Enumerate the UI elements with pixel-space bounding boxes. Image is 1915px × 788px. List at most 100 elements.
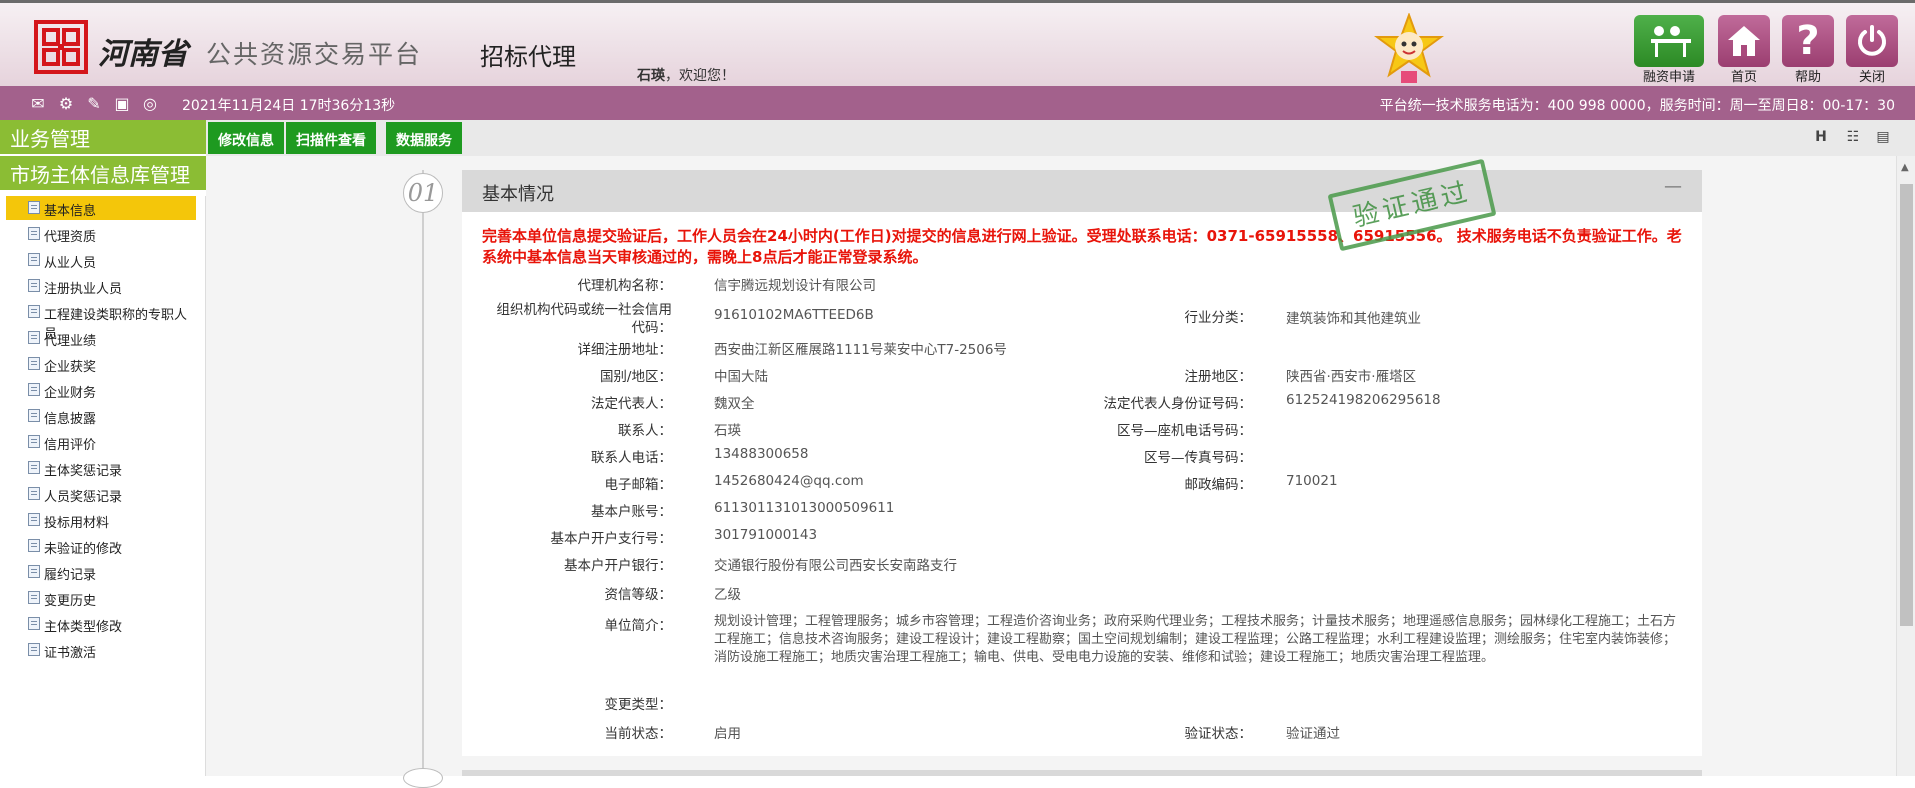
sidebar: 基本信息 代理资质 从业人员 注册执业人员 工程建设类职称的专职人员 代理业绩 … <box>0 196 206 776</box>
gift-icon[interactable]: ▣ <box>112 93 132 113</box>
action-tab-bar: 修改信息 扫描件查看 数据服务 H ☷ ▤ <box>206 120 1915 156</box>
sidebar-item-entity-rewards[interactable]: 主体奖惩记录 <box>6 456 196 480</box>
gear-icon[interactable]: ⚙ <box>56 93 76 113</box>
document-icon <box>28 643 40 656</box>
sidebar-item-label: 代理业绩 <box>44 334 97 349</box>
address-label: 详细注册地址： <box>577 342 673 358</box>
credit-value: 乙级 <box>714 587 741 603</box>
credit-label: 资信等级： <box>604 587 673 603</box>
document-icon <box>28 435 40 448</box>
org-code-value: 91610102MA6TTEED6B <box>714 307 874 323</box>
sidebar-item-unverified-changes[interactable]: 未验证的修改 <box>6 534 196 558</box>
help-button[interactable]: ? <box>1782 15 1834 67</box>
sidebar-item-label: 从业人员 <box>44 256 97 271</box>
basic-info-panel: 基本情况 — 完善本单位信息提交验证后，工作人员会在24小时内(工作日)对提交的… <box>462 158 1702 756</box>
sidebar-item-basic-info[interactable]: 基本信息 <box>6 196 196 220</box>
collapse-icon[interactable]: — <box>1664 176 1682 197</box>
sidebar-item-label: 信用评价 <box>44 438 97 453</box>
sidebar-item-label: 人员奖惩记录 <box>44 490 123 505</box>
sidebar-item-label: 证书激活 <box>44 646 97 661</box>
sidebar-item-label: 变更历史 <box>44 594 97 609</box>
sidebar-item-finance[interactable]: 企业财务 <box>6 378 196 402</box>
org-code-label-line1: 组织机构代码或统一社会信用 <box>496 302 673 318</box>
industry-value: 建筑装饰和其他建筑业 <box>1286 311 1421 327</box>
user-name: 石瑛 <box>637 68 665 84</box>
current-status-label: 当前状态： <box>604 726 673 742</box>
tab-edit-info[interactable]: 修改信息 <box>208 122 284 154</box>
sidebar-item-performance[interactable]: 代理业绩 <box>6 326 196 350</box>
contact-phone-label: 联系人电话： <box>591 450 672 466</box>
scroll-thumb[interactable] <box>1900 184 1913 626</box>
close-button[interactable] <box>1846 15 1898 67</box>
next-panel-header <box>462 770 1702 776</box>
sidebar-item-staff-rewards[interactable]: 人员奖惩记录 <box>6 482 196 506</box>
verification-notice: 完善本单位信息提交验证后，工作人员会在24小时内(工作日)对提交的信息进行网上验… <box>482 227 1682 266</box>
pdf-icon[interactable]: ▤ <box>1874 129 1892 147</box>
help-icon: ? <box>1796 18 1820 64</box>
region-label: 注册地区： <box>1184 369 1253 385</box>
support-icon[interactable]: ◎ <box>140 93 160 113</box>
document-icon <box>28 487 40 500</box>
document-icon <box>28 617 40 630</box>
service-info: 平台统一技术服务电话为：400 998 0000，服务时间：周一至周日8：00-… <box>1379 98 1895 114</box>
sidebar-item-label: 基本信息 <box>44 204 97 219</box>
module-title: 招标代理 <box>480 43 576 71</box>
welcome-suffix: ，欢迎您！ <box>665 68 735 84</box>
sidebar-section-business[interactable]: 业务管理 <box>0 120 206 154</box>
agency-name-value: 信宇腾远规划设计有限公司 <box>714 278 876 294</box>
branch-number-value: 301791000143 <box>714 527 818 543</box>
scroll-up-icon[interactable]: ▲ <box>1901 162 1909 173</box>
intro-value: 规划设计管理；工程管理服务；城乡市容管理；工程造价咨询业务；政府采购代理业务；工… <box>714 614 1677 665</box>
current-datetime: 2021年11月24日 17时36分13秒 <box>182 98 396 114</box>
close-label[interactable]: 关闭 <box>1832 66 1912 85</box>
sidebar-item-titled-staff[interactable]: 工程建设类职称的专职人员 <box>6 300 196 342</box>
contact-label: 联系人： <box>618 423 672 439</box>
postcode-value: 710021 <box>1286 473 1338 489</box>
account-value: 611301131013000509611 <box>714 500 895 516</box>
tab-data-service[interactable]: 数据服务 <box>386 122 462 154</box>
email-label: 电子邮箱： <box>604 477 673 493</box>
change-type-label: 变更类型： <box>604 697 673 713</box>
power-icon <box>1858 25 1886 56</box>
verify-status-label: 验证状态： <box>1184 726 1253 742</box>
account-label: 基本户账号： <box>591 504 672 520</box>
legal-rep-label: 法定代表人： <box>591 396 672 412</box>
sidebar-item-change-history[interactable]: 变更历史 <box>6 586 196 610</box>
message-icon[interactable]: ✉ <box>28 93 48 113</box>
legal-rep-value: 魏双全 <box>714 396 755 412</box>
document-icon <box>28 565 40 578</box>
sidebar-item-label: 履约记录 <box>44 568 97 583</box>
sidebar-item-staff[interactable]: 从业人员 <box>6 248 196 272</box>
tools-icon[interactable]: ✎ <box>84 93 104 113</box>
structure-icon[interactable]: ☷ <box>1844 129 1862 147</box>
document-icon <box>28 357 40 370</box>
panel-header: 基本情况 — <box>462 170 1702 212</box>
platform-name: 公共资源交易平台 <box>206 40 423 69</box>
document-icon <box>28 305 40 318</box>
sidebar-item-qualification[interactable]: 代理资质 <box>6 222 196 246</box>
vertical-scrollbar[interactable]: ▲ <box>1896 156 1915 776</box>
financing-label[interactable]: 融资申请 <box>1629 66 1709 85</box>
sidebar-item-certificate-activation[interactable]: 证书激活 <box>6 638 196 662</box>
bank-label: 基本户开户银行： <box>564 558 672 574</box>
region-value: 陕西省·西安市·雁塔区 <box>1286 369 1417 385</box>
sidebar-item-awards[interactable]: 企业获奖 <box>6 352 196 376</box>
landline-label: 区号—座机电话号码： <box>1117 423 1252 439</box>
financing-button[interactable] <box>1634 15 1704 67</box>
sidebar-item-label: 投标用材料 <box>44 516 110 531</box>
sidebar-item-type-change[interactable]: 主体类型修改 <box>6 612 196 636</box>
sidebar-item-contract-records[interactable]: 履约记录 <box>6 560 196 584</box>
sidebar-item-credit[interactable]: 信用评价 <box>6 430 196 454</box>
home-button[interactable] <box>1718 15 1770 67</box>
sidebar-item-registered-staff[interactable]: 注册执业人员 <box>6 274 196 298</box>
html-export-icon[interactable]: H <box>1812 129 1830 147</box>
sidebar-item-disclosure[interactable]: 信息披露 <box>6 404 196 428</box>
top-header: 河南省 公共资源交易平台 招标代理 石瑛，欢迎您！ 融资申请 首页 ? 帮助 关… <box>0 0 1915 86</box>
document-icon <box>28 279 40 292</box>
sidebar-item-label: 主体类型修改 <box>44 620 123 635</box>
sidebar-item-bid-materials[interactable]: 投标用材料 <box>6 508 196 532</box>
tab-scan-view[interactable]: 扫描件查看 <box>286 122 376 154</box>
sidebar-section-market[interactable]: 市场主体信息库管理 <box>0 156 206 190</box>
home-icon <box>1728 26 1760 56</box>
document-icon <box>28 539 40 552</box>
